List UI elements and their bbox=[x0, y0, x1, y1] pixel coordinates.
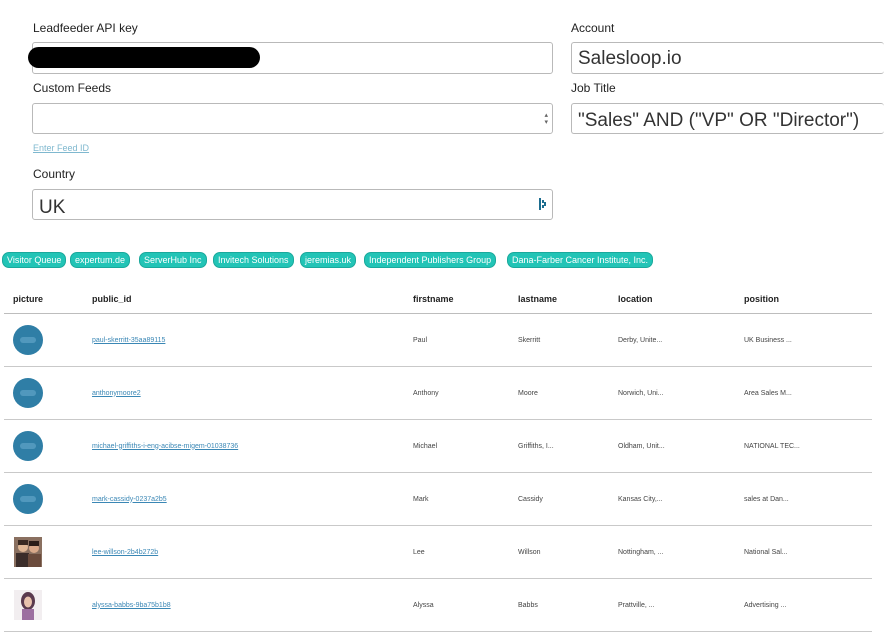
profile-photo-woman bbox=[14, 590, 42, 620]
public-id-link[interactable]: mark-cassidy-0237a2b5 bbox=[92, 496, 167, 503]
public-id-link[interactable]: paul-skerritt-35aa89115 bbox=[92, 337, 165, 344]
country-value: UK bbox=[39, 197, 66, 218]
enter-feed-id-link[interactable]: Enter Feed ID bbox=[33, 143, 89, 153]
job-title-value: "Sales" AND ("VP" OR "Director") bbox=[578, 110, 860, 131]
profile-photo-couple bbox=[14, 537, 42, 567]
custom-feeds-select[interactable]: ▴ ▾ bbox=[32, 103, 553, 134]
lastname-cell: Moore bbox=[518, 366, 618, 420]
account-value: Salesloop.io bbox=[578, 48, 682, 69]
header-firstname: firstname bbox=[413, 285, 518, 314]
header-location: location bbox=[618, 285, 744, 314]
position-cell: UK Business ... bbox=[744, 313, 872, 367]
country-label: Country bbox=[33, 167, 76, 181]
picture-cell bbox=[4, 366, 92, 420]
tag-dana-farber[interactable]: Dana-Farber Cancer Institute, Inc. bbox=[507, 252, 654, 268]
position-cell: NATIONAL TEC... bbox=[744, 419, 872, 473]
default-avatar-icon bbox=[13, 431, 43, 461]
location-cell: Norwich, Uni... bbox=[618, 366, 744, 420]
default-avatar-icon bbox=[13, 378, 43, 408]
position-cell: National Sal... bbox=[744, 525, 872, 579]
people-table: picture public_id firstname lastname loc… bbox=[4, 285, 872, 632]
public-id-cell: paul-skerritt-35aa89115 bbox=[92, 313, 413, 367]
table-row[interactable]: mark-cassidy-0237a2b5 Mark Cassidy Kansa… bbox=[4, 472, 872, 526]
tag-invitech[interactable]: Invitech Solutions bbox=[213, 252, 294, 268]
lastname-cell: Griffiths, I... bbox=[518, 419, 618, 473]
custom-feeds-label: Custom Feeds bbox=[33, 81, 112, 95]
location-cell: Derby, Unite... bbox=[618, 313, 744, 367]
firstname-cell: Mark bbox=[413, 472, 518, 526]
default-avatar-icon bbox=[13, 325, 43, 355]
location-cell: Nottingham, ... bbox=[618, 525, 744, 579]
header-picture: picture bbox=[4, 285, 92, 314]
public-id-cell: michael-griffiths-i-eng-acibse-migem-010… bbox=[92, 419, 413, 473]
public-id-cell: anthonymoore2 bbox=[92, 366, 413, 420]
firstname-cell: Michael bbox=[413, 419, 518, 473]
tag-visitor-queue[interactable]: Visitor Queue bbox=[2, 252, 67, 268]
position-cell: Area Sales M... bbox=[744, 366, 872, 420]
firstname-cell: Anthony bbox=[413, 366, 518, 420]
header-lastname: lastname bbox=[518, 285, 618, 314]
tag-jeremias[interactable]: jeremias.uk bbox=[300, 252, 357, 268]
position-cell: Advertising ... bbox=[744, 578, 872, 632]
picture-cell bbox=[4, 525, 92, 579]
position-cell: sales at Dan... bbox=[744, 472, 872, 526]
tag-expertum[interactable]: expertum.de bbox=[70, 252, 131, 268]
job-title-field[interactable]: "Sales" AND ("VP" OR "Director") bbox=[571, 103, 884, 134]
public-id-cell: lee-willson-2b4b272b bbox=[92, 525, 413, 579]
firstname-cell: Lee bbox=[413, 525, 518, 579]
public-id-link[interactable]: michael-griffiths-i-eng-acibse-migem-010… bbox=[92, 443, 238, 450]
account-field[interactable]: Salesloop.io bbox=[571, 42, 884, 74]
public-id-link[interactable]: alyssa-babbs-9ba75b1b8 bbox=[92, 602, 171, 609]
lastname-cell: Cassidy bbox=[518, 472, 618, 526]
location-cell: Prattville, ... bbox=[618, 578, 744, 632]
account-label: Account bbox=[571, 21, 615, 35]
firstname-cell: Paul bbox=[413, 313, 518, 367]
public-id-link[interactable]: anthonymoore2 bbox=[92, 390, 141, 397]
picture-cell bbox=[4, 313, 92, 367]
table-row[interactable]: lee-willson-2b4b272b Lee Willson Notting… bbox=[4, 525, 872, 579]
public-id-cell: alyssa-babbs-9ba75b1b8 bbox=[92, 578, 413, 632]
location-cell: Oldham, Unit... bbox=[618, 419, 744, 473]
tag-serverhub[interactable]: ServerHub Inc bbox=[139, 252, 207, 268]
select-arrows-icon: ▴ ▾ bbox=[544, 112, 548, 126]
lastname-cell: Skerritt bbox=[518, 313, 618, 367]
public-id-cell: mark-cassidy-0237a2b5 bbox=[92, 472, 413, 526]
api-key-label: Leadfeeder API key bbox=[33, 21, 138, 35]
password-manager-icon[interactable] bbox=[539, 198, 547, 210]
picture-cell bbox=[4, 472, 92, 526]
tag-independent-publishers[interactable]: Independent Publishers Group bbox=[364, 252, 497, 268]
table-row[interactable]: paul-skerritt-35aa89115 Paul Skerritt De… bbox=[4, 313, 872, 367]
lastname-cell: Willson bbox=[518, 525, 618, 579]
redaction-bar bbox=[28, 47, 260, 68]
firstname-cell: Alyssa bbox=[413, 578, 518, 632]
lastname-cell: Babbs bbox=[518, 578, 618, 632]
header-position: position bbox=[744, 285, 872, 314]
table-row[interactable]: michael-griffiths-i-eng-acibse-migem-010… bbox=[4, 419, 872, 473]
table-row[interactable]: anthonymoore2 Anthony Moore Norwich, Uni… bbox=[4, 366, 872, 420]
picture-cell bbox=[4, 419, 92, 473]
public-id-link[interactable]: lee-willson-2b4b272b bbox=[92, 549, 158, 556]
picture-cell bbox=[4, 578, 92, 632]
header-public-id: public_id bbox=[92, 285, 413, 314]
table-row[interactable]: alyssa-babbs-9ba75b1b8 Alyssa Babbs Prat… bbox=[4, 578, 872, 632]
country-field[interactable]: UK bbox=[32, 189, 553, 220]
location-cell: Kansas City,... bbox=[618, 472, 744, 526]
job-title-label: Job Title bbox=[571, 81, 616, 95]
default-avatar-icon bbox=[13, 484, 43, 514]
table-header-row: picture public_id firstname lastname loc… bbox=[4, 285, 872, 314]
